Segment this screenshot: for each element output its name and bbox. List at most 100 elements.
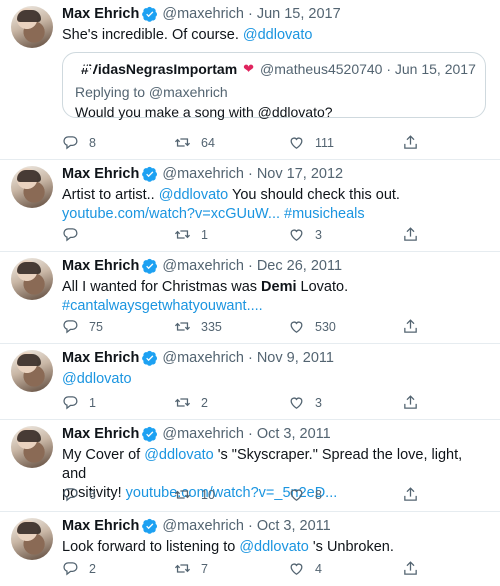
retweet-button[interactable]: 10 — [174, 486, 215, 503]
mention-link[interactable]: @ddlovato — [144, 447, 214, 463]
like-button[interactable]: 4 — [288, 560, 322, 577]
avatar[interactable] — [11, 6, 53, 48]
tweet-header: Max Ehrich @maxehrich · Jun 15, 2017 — [62, 4, 488, 24]
tweet-actions: 6 10 8 — [62, 486, 500, 506]
tweet-actions: 2 7 4 — [62, 560, 500, 580]
reply-button[interactable]: 75 — [62, 318, 103, 335]
tweet-text: She's incredible. Of course. @ddlovato — [62, 26, 488, 45]
share-icon — [404, 227, 417, 241]
avatar[interactable] — [11, 350, 53, 392]
heart-icon — [290, 321, 303, 333]
retweet-button[interactable]: 7 — [174, 560, 208, 577]
mention-link[interactable]: @ddlovato — [239, 539, 309, 555]
share-button[interactable] — [402, 226, 429, 243]
like-button[interactable]: 111 — [288, 134, 334, 151]
author-handle[interactable]: @maxehrich — [162, 6, 244, 22]
heart-icon — [290, 229, 303, 241]
hashtag-link[interactable]: #musicheals — [284, 206, 365, 222]
tweet[interactable]: Max Ehrich @maxehrich · Jun 15, 2017 She… — [0, 0, 500, 160]
mention-link[interactable]: @ddlovato — [159, 187, 229, 203]
reply-count: 8 — [89, 135, 96, 150]
avatar[interactable] — [11, 258, 53, 300]
tweet-content: Max Ehrich @maxehrich · Nov 17, 2012 Art… — [62, 164, 488, 224]
like-button[interactable]: 3 — [288, 226, 322, 243]
retweet-count: 335 — [201, 319, 222, 334]
reply-icon — [63, 396, 78, 410]
author-handle[interactable]: @maxehrich — [162, 166, 244, 182]
reply-button[interactable]: 1 — [62, 394, 96, 411]
tweet-date[interactable]: · Nov 9, 2011 — [248, 350, 334, 366]
quoted-tweet-header: #VidasNegrasImportam ❤ @matheus4520740 ·… — [75, 60, 476, 78]
tweet-header: Max Ehrich @maxehrich · Dec 26, 2011 — [62, 256, 488, 276]
tweet-header: Max Ehrich @maxehrich · Nov 9, 2011 — [62, 348, 488, 368]
reply-count: 75 — [89, 319, 103, 334]
share-button[interactable] — [402, 394, 429, 411]
share-button[interactable] — [402, 318, 429, 335]
author-name[interactable]: Max Ehrich — [62, 258, 139, 274]
tweet-actions: 1 2 3 — [62, 394, 500, 414]
quoted-tweet[interactable]: #VidasNegrasImportam ❤ @matheus4520740 ·… — [62, 52, 486, 120]
like-button[interactable]: 3 — [288, 394, 322, 411]
tweet-date[interactable]: · Dec 26, 2011 — [248, 258, 342, 274]
share-button[interactable] — [402, 486, 429, 503]
retweet-icon — [174, 490, 191, 499]
tweet[interactable]: Max Ehrich @maxehrich · Dec 26, 2011 All… — [0, 252, 500, 344]
retweet-button[interactable]: 335 — [174, 318, 222, 335]
tweet-date[interactable]: · Oct 3, 2011 — [248, 426, 331, 442]
quoted-author-name[interactable]: #VidasNegrasImportam — [81, 61, 237, 77]
author-handle[interactable]: @maxehrich — [162, 518, 244, 534]
like-button[interactable]: 530 — [288, 318, 336, 335]
tweet-date[interactable]: · Nov 17, 2012 — [248, 166, 343, 182]
highlighted-text: Demi — [261, 279, 297, 295]
share-button[interactable] — [402, 560, 429, 577]
tweet-date[interactable]: · Jun 15, 2017 — [248, 6, 341, 22]
tweet-content: Max Ehrich @maxehrich · Nov 9, 2011 @ddl… — [62, 348, 488, 389]
retweet-button[interactable]: 64 — [174, 134, 215, 151]
timeline: Max Ehrich @maxehrich · Jun 15, 2017 She… — [0, 0, 500, 586]
tweet-text: Artist to artist.. @ddlovato You should … — [62, 186, 488, 224]
avatar[interactable] — [11, 166, 53, 208]
tweet-actions: 75 335 530 — [62, 318, 500, 338]
share-icon — [404, 395, 417, 409]
author-name[interactable]: Max Ehrich — [62, 166, 139, 182]
author-name[interactable]: Max Ehrich — [62, 6, 139, 22]
retweet-button[interactable]: 1 — [174, 226, 208, 243]
tweet[interactable]: Max Ehrich @maxehrich · Nov 17, 2012 Art… — [0, 160, 500, 252]
mention-link[interactable]: @ddlovato — [62, 371, 132, 387]
author-handle[interactable]: @maxehrich — [162, 426, 244, 442]
tweet-actions: 8 64 111 — [62, 134, 500, 154]
reply-icon — [63, 320, 78, 334]
avatar[interactable] — [11, 518, 53, 560]
tweet[interactable]: Max Ehrich @maxehrich · Oct 3, 2011 My C… — [0, 420, 500, 512]
author-name[interactable]: Max Ehrich — [62, 426, 139, 442]
tweet[interactable]: Max Ehrich @maxehrich · Nov 9, 2011 @ddl… — [0, 344, 500, 420]
retweet-button[interactable]: 2 — [174, 394, 208, 411]
share-button[interactable] — [402, 134, 429, 151]
heart-icon — [290, 397, 303, 409]
author-name[interactable]: Max Ehrich — [62, 350, 139, 366]
tweet-content: Max Ehrich @maxehrich · Dec 26, 2011 All… — [62, 256, 488, 316]
reply-button[interactable] — [62, 226, 89, 243]
author-handle[interactable]: @maxehrich — [162, 350, 244, 366]
text-segment: Lovato. — [296, 279, 349, 295]
reply-button[interactable]: 8 — [62, 134, 96, 151]
reply-button[interactable]: 6 — [62, 486, 96, 503]
author-name[interactable]: Max Ehrich — [62, 518, 139, 534]
like-count: 4 — [315, 561, 322, 576]
tweet-content: Max Ehrich @maxehrich · Oct 3, 2011 Look… — [62, 516, 488, 557]
tweet[interactable]: Max Ehrich @maxehrich · Oct 3, 2011 Look… — [0, 512, 500, 586]
hashtag-link[interactable]: #cantalwaysgetwhatyouwant.... — [62, 298, 263, 314]
avatar[interactable] — [11, 426, 53, 468]
reply-icon — [63, 562, 78, 576]
tweet-header: Max Ehrich @maxehrich · Oct 3, 2011 — [62, 516, 488, 536]
share-icon — [404, 319, 417, 333]
reply-button[interactable]: 2 — [62, 560, 96, 577]
heart-icon — [290, 489, 303, 501]
like-button[interactable]: 8 — [288, 486, 322, 503]
tweet-date[interactable]: · Oct 3, 2011 — [248, 518, 331, 534]
mention-link[interactable]: @ddlovato — [243, 27, 313, 43]
url-link[interactable]: youtube.com/watch?v=xcGUuW... — [62, 206, 280, 222]
quoted-handle-date[interactable]: @matheus4520740 · Jun 15, 2017 — [260, 61, 476, 77]
verified-badge-icon — [142, 6, 158, 22]
author-handle[interactable]: @maxehrich — [162, 258, 244, 274]
